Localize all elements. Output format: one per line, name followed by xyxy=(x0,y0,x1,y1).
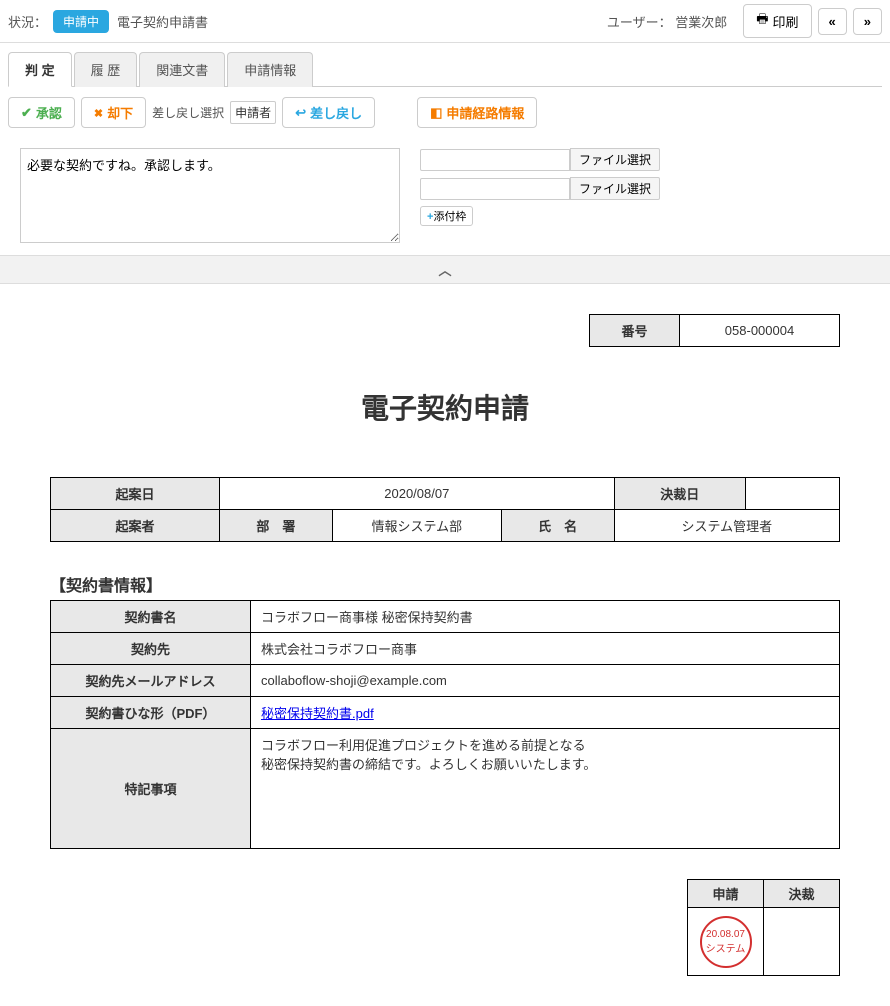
doc-number-table: 番号 058-000004 xyxy=(589,314,840,347)
draft-date-value: 2020/08/07 xyxy=(220,478,614,510)
doc-number-value: 058-000004 xyxy=(680,315,840,347)
drafter-label: 起案者 xyxy=(51,510,220,542)
route-info-button[interactable]: 申請経路情報 xyxy=(417,97,537,128)
print-button[interactable]: 印刷 xyxy=(743,4,811,38)
contract-notes-label: 特記事項 xyxy=(51,729,251,849)
doc-number-label: 番号 xyxy=(590,315,680,347)
approval-date-value xyxy=(746,478,840,510)
header-bar: 状況： 申請中 電子契約申請書 ユーザー： 営業次郎 印刷 xyxy=(0,0,890,43)
collapse-bar[interactable] xyxy=(0,255,890,284)
contract-party-value: 株式会社コラボフロー商事 xyxy=(251,633,840,665)
prev-button[interactable] xyxy=(818,8,847,35)
document-body: 番号 058-000004 電子契約申請 起案日 2020/08/07 決裁日 … xyxy=(0,284,890,1006)
document-heading: 電子契約申請 xyxy=(50,387,840,427)
remand-select[interactable]: 申請者 xyxy=(230,101,276,124)
contract-name-value: コラボフロー商事様 秘密保持契約書 xyxy=(251,601,840,633)
comment-textarea[interactable] xyxy=(20,148,400,243)
remand-select-label: 差し戻し選択 xyxy=(152,104,224,121)
file-select-button-2[interactable]: ファイル選択 xyxy=(570,177,660,200)
stamp-table: 申請 決裁 20.08.07 システム xyxy=(687,879,840,976)
check-icon xyxy=(21,105,32,121)
contract-section-title: 【契約書情報】 xyxy=(50,572,840,596)
contract-party-label: 契約先 xyxy=(51,633,251,665)
file-section: ファイル選択 ファイル選択 添付枠 xyxy=(420,148,660,226)
file-input-2[interactable] xyxy=(420,178,570,200)
tabs-container: 判 定 履 歴 関連文書 申請情報 承認 却下 差し戻し選択 申請者 差し戻し … xyxy=(0,43,890,255)
file-row-2: ファイル選択 xyxy=(420,177,660,200)
contract-template-label: 契約書ひな形（PDF） xyxy=(51,697,251,729)
x-icon xyxy=(94,105,103,120)
contract-info-table: 契約書名 コラボフロー商事様 秘密保持契約書 契約先 株式会社コラボフロー商事 … xyxy=(50,600,840,849)
tab-related[interactable]: 関連文書 xyxy=(139,52,225,87)
action-panel: ファイル選択 ファイル選択 添付枠 xyxy=(8,136,882,255)
department-value: 情報システム部 xyxy=(332,510,501,542)
tabs: 判 定 履 歴 関連文書 申請情報 xyxy=(8,51,882,87)
remand-button[interactable]: 差し戻し xyxy=(282,97,375,128)
add-attachment-button[interactable]: 添付枠 xyxy=(420,206,473,226)
route-icon xyxy=(430,105,442,121)
stamp-apply-label: 申請 xyxy=(688,880,764,908)
approve-button[interactable]: 承認 xyxy=(8,97,75,128)
tab-judgment[interactable]: 判 定 xyxy=(8,52,72,87)
contract-template-link[interactable]: 秘密保持契約書.pdf xyxy=(261,706,374,721)
department-label: 部 署 xyxy=(220,510,333,542)
chevron-up-icon xyxy=(438,263,451,278)
print-icon xyxy=(756,10,768,32)
file-select-button-1[interactable]: ファイル選択 xyxy=(570,148,660,171)
status-badge: 申請中 xyxy=(53,10,109,33)
contract-name-label: 契約書名 xyxy=(51,601,251,633)
drafter-info-table: 起案日 2020/08/07 決裁日 起案者 部 署 情報システム部 氏 名 シ… xyxy=(50,477,840,542)
draft-date-label: 起案日 xyxy=(51,478,220,510)
doc-title: 電子契約申請書 xyxy=(117,12,208,31)
tab-history[interactable]: 履 歴 xyxy=(74,52,138,87)
stamp-approve-cell xyxy=(764,908,840,976)
reject-button[interactable]: 却下 xyxy=(81,97,146,128)
contract-email-value: collaboflow-shoji@example.com xyxy=(251,665,840,697)
tab-info[interactable]: 申請情報 xyxy=(227,52,313,87)
action-buttons-row: 承認 却下 差し戻し選択 申請者 差し戻し 申請経路情報 xyxy=(8,87,882,128)
user-label: ユーザー： 営業次郎 xyxy=(607,12,727,31)
stamp-approve-label: 決裁 xyxy=(764,880,840,908)
name-value: システム管理者 xyxy=(614,510,839,542)
contract-notes-value: コラボフロー利用促進プロジェクトを進める前提となる 秘密保持契約書の締結です。よ… xyxy=(251,729,840,849)
file-input-1[interactable] xyxy=(420,149,570,171)
contract-email-label: 契約先メールアドレス xyxy=(51,665,251,697)
approval-date-label: 決裁日 xyxy=(614,478,746,510)
next-button[interactable] xyxy=(853,8,882,35)
status-label: 状況： xyxy=(8,12,47,31)
contract-template-value: 秘密保持契約書.pdf xyxy=(251,697,840,729)
approval-stamp: 20.08.07 システム xyxy=(700,916,752,968)
remand-icon xyxy=(295,105,306,121)
stamp-apply-cell: 20.08.07 システム xyxy=(688,908,764,976)
file-row-1: ファイル選択 xyxy=(420,148,660,171)
prev-icon xyxy=(829,14,836,29)
next-icon xyxy=(864,14,871,29)
name-label: 氏 名 xyxy=(501,510,614,542)
